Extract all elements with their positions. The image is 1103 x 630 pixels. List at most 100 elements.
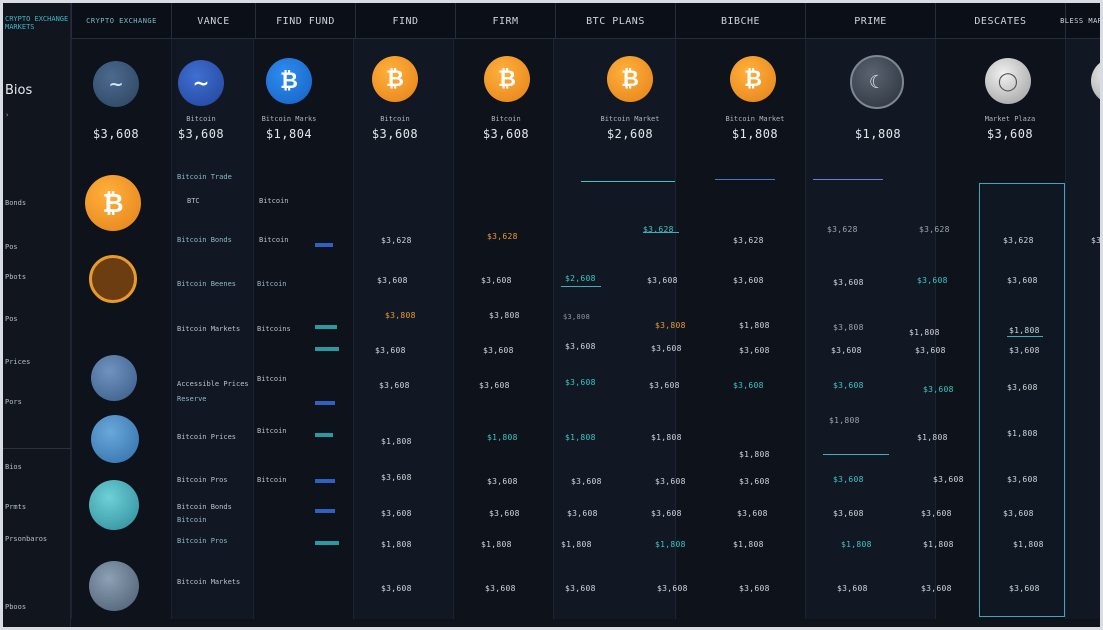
- price-cell: $3,628: [381, 236, 412, 245]
- price-cell: $3,608: [737, 509, 768, 518]
- coin-price: $3,608: [92, 127, 140, 141]
- row-label: Bitcoin Pros: [177, 476, 228, 484]
- header-cell[interactable]: BIBCHE: [675, 3, 805, 39]
- price-cell: $1,808: [1007, 429, 1038, 438]
- row-sublabel: Bitcoin: [259, 236, 289, 244]
- price-cell: $3,608: [739, 477, 770, 486]
- silver-coin-icon[interactable]: ◯: [985, 58, 1031, 104]
- row-sublabel: Bitcoin: [177, 516, 207, 524]
- sidebar: CRYPTO EXCHANGE MARKETS Bios › Bonds Pos…: [3, 3, 71, 627]
- row-sublabel: Reserve: [177, 395, 207, 403]
- price-cell: $1,808: [739, 450, 770, 459]
- coin-price: $3,608: [177, 127, 225, 141]
- mini-bar: [315, 541, 339, 545]
- price-cell: $3,608: [647, 276, 678, 285]
- price-cell: $3,608: [1003, 509, 1034, 518]
- bitcoin-row-icon[interactable]: ₿: [85, 175, 141, 231]
- coin-price: $3,608: [371, 127, 419, 141]
- price-cell: $3,608: [1007, 475, 1038, 484]
- price-cell: $3,808: [385, 311, 416, 320]
- header-cell[interactable]: FIND: [355, 3, 455, 39]
- price-cell: $3,808: [563, 313, 591, 321]
- header-cell[interactable]: BLESS MARKS: [1060, 3, 1100, 39]
- sidebar-item[interactable]: Prsonbaros: [5, 535, 47, 543]
- coin-price: $2,608: [606, 127, 654, 141]
- row-sublabel: Bitcoin: [257, 375, 287, 383]
- bitcoin-logo-icon[interactable]: ₿: [266, 58, 312, 104]
- row-label-column: [71, 39, 171, 619]
- price-cell: $3,608: [565, 342, 596, 351]
- mini-bar: [315, 433, 333, 437]
- coin-symbol: ☾: [868, 71, 886, 93]
- bitcoin-logo-icon[interactable]: ₿: [607, 56, 653, 102]
- price-cell: $3,608: [379, 381, 410, 390]
- coin-name: Bitcoin Market: [600, 115, 660, 123]
- coin-symbol: ₿: [280, 69, 298, 94]
- coin-name: Bitcoin: [380, 115, 410, 123]
- row-label: Accessible Prices: [177, 380, 249, 388]
- coin-price: $1,808: [854, 127, 902, 141]
- sidebar-item[interactable]: Prmts: [5, 503, 26, 511]
- price-cell: $3,628: [919, 225, 950, 234]
- coin-row-icon[interactable]: [91, 355, 137, 401]
- price-cell: $1,808: [739, 321, 770, 330]
- coin-row-icon[interactable]: [89, 480, 139, 530]
- price-cell: $3,608: [655, 477, 686, 486]
- row-label: Bitcoin Markets: [177, 325, 241, 333]
- sidebar-item[interactable]: Prices: [5, 358, 30, 366]
- coin-logo-icon[interactable]: ~: [178, 60, 224, 106]
- coin-name: Bitcoin Marks: [261, 115, 317, 123]
- price-cell: $1,808: [565, 433, 596, 442]
- coin-name: Bitcoin: [491, 115, 521, 123]
- sidebar-item[interactable]: Pors: [5, 398, 22, 406]
- price-cell: $3,608: [739, 346, 770, 355]
- sparkline: [813, 179, 883, 180]
- price-cell: $1,808: [487, 433, 518, 442]
- price-cell: $1,808: [381, 540, 412, 549]
- price-cell: $3,608: [375, 346, 406, 355]
- header-cell[interactable]: VANCE: [171, 3, 255, 39]
- coin-logo-icon[interactable]: ~: [93, 61, 139, 107]
- sidebar-item[interactable]: Pbots: [5, 273, 26, 281]
- bitcoin-logo-icon[interactable]: ₿: [730, 56, 776, 102]
- price-cell: $3,608: [381, 473, 412, 482]
- coin-symbol: ◯: [997, 70, 1019, 92]
- header-cell[interactable]: BTC PLANS: [555, 3, 675, 39]
- sidebar-item[interactable]: Bonds: [5, 199, 26, 207]
- price-cell: $3,608: [489, 509, 520, 518]
- sparkline: [581, 181, 675, 182]
- sidebar-item[interactable]: Pos: [5, 315, 18, 323]
- mini-chart: [1007, 329, 1043, 337]
- coin-row-icon[interactable]: [89, 561, 139, 611]
- price-cell: $3,608: [921, 584, 952, 593]
- price-cell: $3,608: [565, 584, 596, 593]
- sidebar-item[interactable]: Pos: [5, 243, 18, 251]
- price-cell: $3,608: [915, 346, 946, 355]
- price-cell: $3,608: [833, 475, 864, 484]
- bitcoin-logo-icon[interactable]: ₿: [484, 56, 530, 102]
- mini-chart: [643, 225, 679, 233]
- header-cell[interactable]: DESCATES: [935, 3, 1065, 39]
- moon-logo-icon[interactable]: ☾: [850, 55, 904, 109]
- crown-coin-icon[interactable]: [89, 255, 137, 303]
- header-cell[interactable]: PRIME: [805, 3, 935, 39]
- row-label: Bitcoin Bonds: [177, 503, 232, 511]
- row-sublabel: Bitcoins: [257, 325, 291, 333]
- price-cell: $3,608: [485, 584, 516, 593]
- bitcoin-logo-icon[interactable]: ₿: [372, 56, 418, 102]
- mini-bar: [315, 347, 339, 351]
- header-cell[interactable]: CRYPTO EXCHANGE: [71, 3, 171, 39]
- price-cell: $1,808: [561, 540, 592, 549]
- coin-symbol: ₿: [621, 67, 639, 92]
- price-cell: $3,608: [923, 385, 954, 394]
- sidebar-item[interactable]: Pboos: [5, 603, 26, 611]
- price-cell: $1,808: [923, 540, 954, 549]
- header-cell[interactable]: FIRM: [455, 3, 555, 39]
- coin-row-icon[interactable]: [91, 415, 139, 463]
- price-cell: $1,808: [381, 437, 412, 446]
- price-cell: $3,608: [657, 584, 688, 593]
- price-cell: $3,608: [481, 276, 512, 285]
- sidebar-item[interactable]: Bios: [5, 463, 22, 471]
- price-cell: $3,608: [837, 584, 868, 593]
- header-cell[interactable]: FIND FUND: [255, 3, 355, 39]
